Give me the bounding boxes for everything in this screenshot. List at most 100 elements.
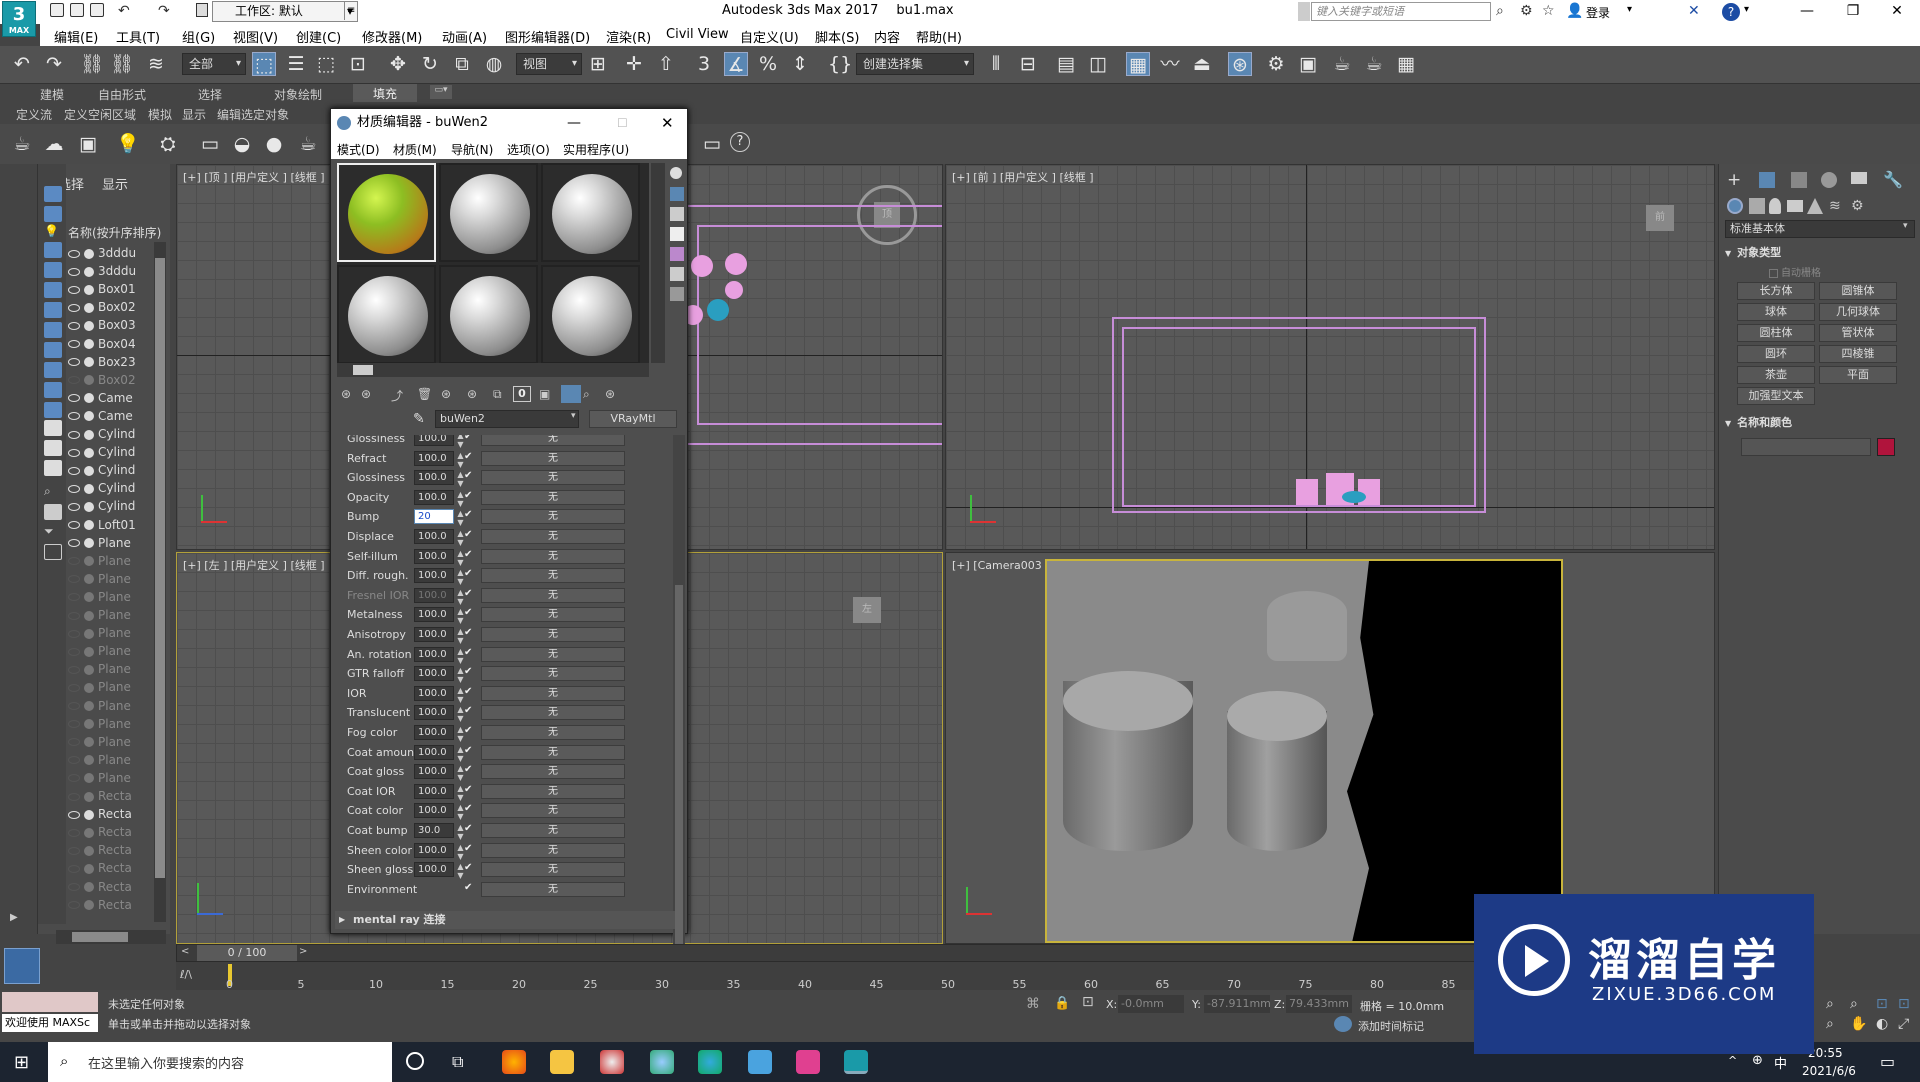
sample-slot-2[interactable] [439,163,538,262]
filter-icon[interactable]: ⛭ [156,132,180,156]
image-icon[interactable]: ▣ [76,132,100,156]
star-icon[interactable]: ☆ [1542,3,1555,19]
none-filter-icon[interactable] [44,440,62,456]
visibility-eye-icon[interactable] [68,502,80,511]
map-amount-input[interactable]: 100.0 [414,548,454,564]
teapot-button[interactable]: 茶壶 [1737,366,1815,384]
material-editor-icon[interactable]: ⊛ [1228,52,1252,76]
scene-object-row[interactable]: Plane [68,715,168,733]
map-amount-input[interactable]: 100.0 [414,587,454,603]
object-type-rollout[interactable]: ▼ 对象类型 [1725,244,1915,262]
reset-map-icon[interactable]: 🗑 [417,387,432,401]
visibility-eye-icon[interactable] [68,720,80,729]
z-coordinate-field[interactable]: 79.433mm [1286,995,1352,1013]
put-to-scene-icon[interactable]: ⊛ [361,387,371,401]
map-amount-input[interactable]: 100.0 [414,783,454,799]
mental-ray-rollout[interactable]: ▶ mental ray 连接 [335,911,675,929]
map-enable-checkbox[interactable]: ✔ [464,451,472,462]
select-object-icon[interactable]: ⬚ [252,52,276,76]
map-slot-button[interactable]: 无 [481,548,625,564]
visibility-eye-icon[interactable] [68,683,80,692]
material-id-icon[interactable]: ⧉ [493,387,502,402]
hidden-filter-icon[interactable] [44,402,62,418]
select-by-name-icon[interactable]: ☰ [284,52,308,76]
map-slot-button[interactable]: 无 [481,842,625,858]
map-enable-checkbox[interactable]: ✔ [464,784,472,795]
map-slot-button[interactable]: 无 [481,725,625,740]
viewport-front-label[interactable]: [+] [前 ] [用户定义 ] [线框 ] [952,169,1094,185]
scene-object-row[interactable]: Box23 [68,353,168,371]
app-icon-4[interactable] [796,1050,820,1074]
material-effects-channel-icon[interactable]: 0 [513,386,531,402]
scene-object-row[interactable]: Plane [68,534,168,552]
scene-object-row[interactable]: Cylind [68,461,168,479]
go-to-parent-icon[interactable]: ⌕ [583,387,590,402]
find-icon[interactable]: ⌕ [44,484,62,500]
viewport-front[interactable]: [+] [前 ] [用户定义 ] [线框 ] 前 [945,164,1715,550]
map-amount-input[interactable]: 100.0 [414,435,454,446]
show-hidden-icons[interactable]: ^ [1728,1054,1737,1067]
subtab-edit-selected[interactable]: 编辑选定对象 [217,106,289,123]
map-amount-input[interactable]: 100.0 [414,725,454,740]
map-slot-button[interactable]: 无 [481,862,625,878]
mat-menu-mode[interactable]: 模式(D) [337,141,380,158]
map-slot-button[interactable]: 无 [481,823,625,838]
torus-button[interactable]: 圆环 [1737,345,1815,363]
systems-icon[interactable]: ⚙ [1851,198,1864,214]
new-icon[interactable] [50,3,64,17]
visibility-eye-icon[interactable] [68,593,80,602]
mat-menu-options[interactable]: 选项(O) [507,141,550,158]
visibility-eye-icon[interactable] [68,575,80,584]
isolate-icon[interactable]: ⌘ [1026,996,1040,1012]
scene-object-row[interactable]: Recta [68,878,168,896]
clock-date[interactable]: 2021/6/6 [1802,1064,1856,1078]
map-amount-input[interactable]: 100.0 [414,705,454,721]
options-icon[interactable] [670,287,684,301]
binoculars-icon[interactable]: ⌕ [1496,3,1504,19]
viewcube-left[interactable]: 左 [853,597,881,623]
subtab-define-flows[interactable]: 定义流 [16,106,52,123]
scene-object-row[interactable]: Cylind [68,479,168,497]
rendered-frame-icon[interactable]: ▣ [1296,52,1320,76]
login-link[interactable]: 登录 [1586,4,1610,21]
visibility-eye-icon[interactable] [68,846,80,855]
text-plus-button[interactable]: 加强型文本 [1737,387,1815,405]
chevron-down-icon[interactable]: ▾ [1903,221,1908,231]
sample-slot-4[interactable] [337,265,436,364]
viewport-left-label[interactable]: [+] [左 ] [用户定义 ] [线框 ] [183,557,325,573]
container-filter-icon[interactable] [44,362,62,378]
visibility-eye-icon[interactable] [68,249,80,258]
map-enable-checkbox[interactable]: ✔ [464,647,472,658]
redo-icon[interactable]: ↷ [158,3,170,19]
subtab-define-idle-areas[interactable]: 定义空闲区域 [64,106,136,123]
sphere-icon[interactable]: ● [262,132,286,156]
task-view-icon[interactable]: ⧉ [452,1052,463,1072]
window-crossing-icon[interactable]: ⊡ [346,52,370,76]
funnel-icon[interactable]: ⏷ [44,524,62,540]
mat-menu-navigation[interactable]: 导航(N) [451,141,493,158]
scene-object-row[interactable]: Plane [68,624,168,642]
place-icon[interactable]: ◍ [482,52,506,76]
visibility-eye-icon[interactable] [68,810,80,819]
menu-modifiers[interactable]: 修改器(M) [362,27,422,46]
invert-filter-icon[interactable] [44,460,62,476]
autogrid-checkbox[interactable]: 自动栅格 [1769,264,1821,279]
menu-graph-editors[interactable]: 图形编辑器(D) [505,27,590,46]
scene-object-row[interactable]: Plane [68,606,168,624]
save-icon[interactable] [90,3,104,17]
cone-button[interactable]: 圆锥体 [1819,282,1897,300]
assign-material-icon[interactable]: ⤴ [391,387,403,404]
viewport-camera[interactable]: [+] [Camera003 ] [用户定义 ] [默认明暗处理 ] [945,552,1715,944]
scale-icon[interactable]: ⧉ [450,52,474,76]
zoom-all-icon[interactable]: ⌕ [1850,996,1858,1012]
plane-button[interactable]: 平面 [1819,366,1897,384]
ime-indicator[interactable]: 中 [1774,1053,1787,1072]
sample-slot-6[interactable] [541,265,640,364]
snap-toggle-icon[interactable]: 3 [692,52,716,76]
help-icon[interactable]: ? [1722,3,1740,21]
scene-object-row[interactable]: Recta [68,787,168,805]
scene-object-row[interactable]: Recta [68,841,168,859]
map-amount-input[interactable]: 100.0 [414,568,454,584]
windows-start-icon[interactable]: ⊞ [14,1052,29,1073]
map-amount-input[interactable]: 100.0 [414,803,454,819]
